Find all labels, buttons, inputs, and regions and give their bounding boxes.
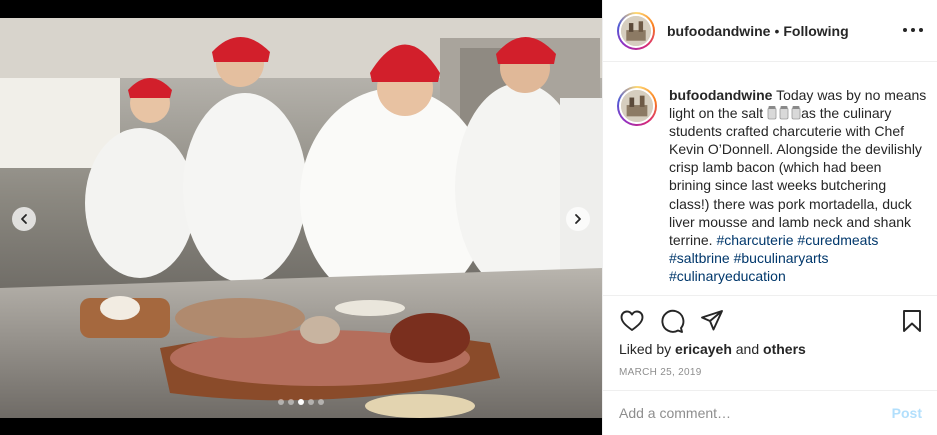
comment-icon[interactable] bbox=[659, 308, 685, 334]
post-photo bbox=[0, 18, 602, 418]
caption-body-rest: as the culinary students crafted charcut… bbox=[669, 105, 922, 248]
share-icon[interactable] bbox=[699, 308, 725, 334]
following-button[interactable]: Following bbox=[783, 23, 848, 39]
chevron-left-icon bbox=[21, 214, 27, 224]
carousel-dot bbox=[298, 399, 304, 405]
likes-conjunction: and bbox=[735, 341, 760, 357]
post-side-panel: bufoodandwine • Following bufoodandwine … bbox=[602, 0, 937, 435]
hashtag-link[interactable]: #curedmeats bbox=[797, 232, 878, 248]
instagram-post: bufoodandwine • Following bufoodandwine … bbox=[0, 0, 937, 435]
carousel-indicator bbox=[278, 399, 324, 405]
avatar[interactable] bbox=[617, 11, 655, 50]
carousel-dot bbox=[278, 399, 284, 405]
post-actions bbox=[603, 295, 937, 345]
caption-text: bufoodandwine Today was by no means ligh… bbox=[669, 86, 927, 285]
post-header: bufoodandwine • Following bbox=[603, 0, 937, 62]
post-caption: bufoodandwine Today was by no means ligh… bbox=[617, 86, 927, 285]
more-options-icon[interactable] bbox=[903, 22, 923, 38]
liked-by-user[interactable]: ericayeh bbox=[675, 341, 732, 357]
post-author-username[interactable]: bufoodandwine bbox=[667, 23, 770, 39]
carousel-dot bbox=[288, 399, 294, 405]
carousel-dot bbox=[308, 399, 314, 405]
bookmark-icon[interactable] bbox=[899, 308, 925, 334]
hashtag-link[interactable]: #charcuterie bbox=[716, 232, 793, 248]
hashtag-link[interactable]: #buculinaryarts bbox=[734, 250, 829, 266]
avatar[interactable] bbox=[617, 86, 657, 126]
liked-by-others[interactable]: others bbox=[763, 341, 806, 357]
header-separator: • bbox=[774, 22, 780, 39]
carousel-dot bbox=[318, 399, 324, 405]
next-slide-button[interactable] bbox=[566, 207, 590, 231]
likes-summary: Liked by ericayeh and others bbox=[619, 341, 806, 357]
comment-bar: Post bbox=[603, 390, 937, 435]
post-comment-button[interactable]: Post bbox=[892, 405, 922, 421]
hashtag-link[interactable]: #culinaryeducation bbox=[669, 268, 786, 284]
like-icon[interactable] bbox=[619, 308, 645, 334]
likes-prefix: Liked by bbox=[619, 341, 672, 357]
salt-shaker-icon bbox=[767, 105, 801, 120]
profile-photo bbox=[621, 15, 651, 46]
post-date[interactable]: MARCH 25, 2019 bbox=[619, 367, 702, 378]
profile-photo bbox=[621, 90, 653, 122]
chevron-right-icon bbox=[575, 214, 581, 224]
comment-input[interactable] bbox=[619, 405, 892, 421]
caption-username[interactable]: bufoodandwine bbox=[669, 87, 772, 103]
post-media bbox=[0, 0, 602, 435]
previous-slide-button[interactable] bbox=[12, 207, 36, 231]
hashtag-link[interactable]: #saltbrine bbox=[669, 250, 730, 266]
